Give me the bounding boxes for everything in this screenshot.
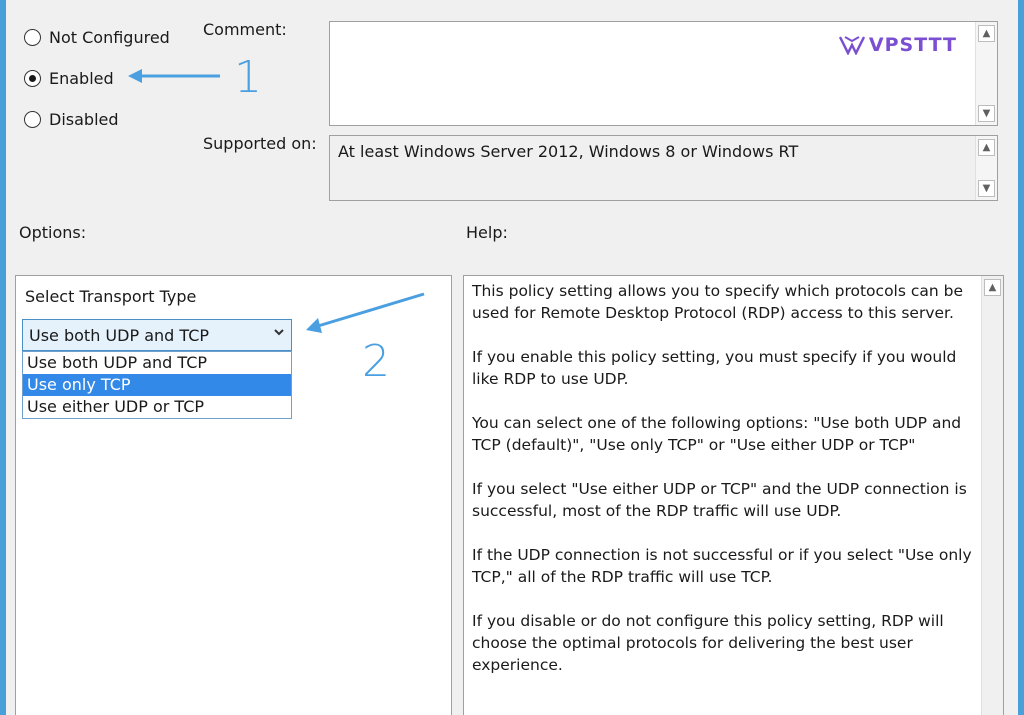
help-paragraph: You can select one of the following opti…	[472, 414, 962, 454]
dropdown-item-tcp-only[interactable]: Use only TCP	[23, 374, 291, 396]
annotation-number-1: 1	[234, 52, 262, 103]
watermark-text: VPSTTT	[868, 34, 957, 56]
scroll-up-icon[interactable]: ▲	[978, 139, 995, 156]
help-label: Help:	[466, 223, 508, 242]
radio-not-configured[interactable]: Not Configured	[24, 25, 170, 49]
help-paragraph: If you select "Use either UDP or TCP" an…	[472, 480, 967, 520]
scroll-up-icon[interactable]: ▲	[984, 279, 1001, 296]
watermark-logo: VPSTTT	[838, 34, 957, 56]
comment-textarea[interactable]: VPSTTT ▲ ▼	[329, 21, 998, 126]
radio-disabled[interactable]: Disabled	[24, 107, 119, 131]
help-paragraph: If you enable this policy setting, you m…	[472, 348, 957, 388]
comment-label: Comment:	[203, 20, 287, 39]
radio-circle[interactable]	[24, 110, 41, 128]
help-paragraph: This policy setting allows you to specif…	[472, 282, 964, 322]
radio-circle[interactable]	[24, 28, 41, 46]
transport-type-selected-value: Use both UDP and TCP	[29, 325, 210, 345]
radio-label-disabled: Disabled	[49, 109, 119, 129]
policy-settings-dialog: Not Configured Enabled Disabled 1 Commen…	[6, 0, 1018, 715]
help-panel: This policy setting allows you to specif…	[463, 275, 1004, 715]
scroll-down-icon[interactable]: ▼	[978, 105, 995, 122]
supported-on-field: At least Windows Server 2012, Windows 8 …	[329, 135, 998, 201]
window-frame-right	[1018, 0, 1024, 715]
annotation-arrow-1	[128, 69, 220, 83]
help-paragraph: If the UDP connection is not successful …	[472, 546, 972, 586]
dropdown-item-both[interactable]: Use both UDP and TCP	[23, 352, 291, 374]
scroll-up-icon[interactable]: ▲	[978, 25, 995, 42]
supported-on-value: At least Windows Server 2012, Windows 8 …	[338, 142, 799, 161]
supported-scrollbar[interactable]: ▲ ▼	[975, 136, 997, 200]
supported-on-label: Supported on:	[203, 134, 317, 153]
options-label: Options:	[19, 223, 87, 242]
radio-label-not-configured: Not Configured	[49, 27, 170, 47]
help-paragraph: If you disable or do not configure this …	[472, 612, 944, 674]
help-text: This policy setting allows you to specif…	[472, 280, 975, 698]
chevron-down-icon[interactable]	[273, 326, 285, 342]
transport-type-dropdown: Use both UDP and TCP Use only TCP Use ei…	[22, 351, 292, 419]
transport-type-label: Select Transport Type	[25, 287, 197, 306]
scroll-down-icon[interactable]: ▼	[978, 180, 995, 197]
comment-scrollbar[interactable]: ▲ ▼	[975, 22, 997, 125]
help-scrollbar[interactable]: ▲	[981, 276, 1003, 715]
transport-type-select[interactable]: Use both UDP and TCP	[22, 319, 292, 351]
radio-label-enabled: Enabled	[49, 68, 114, 88]
annotation-arrow-2	[306, 292, 425, 333]
annotation-number-2: 2	[362, 336, 390, 387]
radio-enabled[interactable]: Enabled	[24, 66, 114, 90]
dropdown-item-either[interactable]: Use either UDP or TCP	[23, 396, 291, 418]
vpsttt-logo-icon	[838, 36, 865, 55]
radio-circle-checked[interactable]	[24, 69, 41, 87]
